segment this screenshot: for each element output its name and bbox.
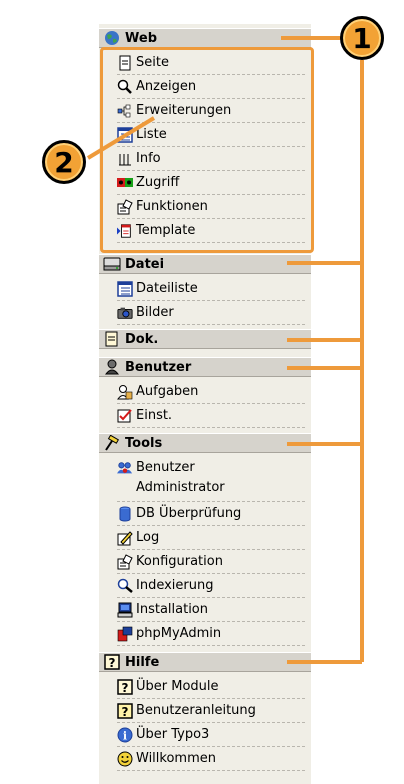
computer-icon xyxy=(117,602,133,618)
callout-badge-1: 1 xyxy=(340,16,384,60)
phpmyadmin-icon xyxy=(117,626,133,642)
menu-item-label: Dateiliste xyxy=(136,281,198,296)
menu-item-label: Bilder xyxy=(136,305,174,320)
section-label: Dok. xyxy=(125,331,159,347)
menu-item-phpmyadmin[interactable]: phpMyAdmin xyxy=(117,622,305,646)
help-icon: ? xyxy=(103,654,121,670)
menu-item-label: Installation xyxy=(136,602,209,617)
svg-text:?: ? xyxy=(109,656,116,670)
menu-item-dateiliste[interactable]: Dateiliste xyxy=(117,277,305,301)
menu-item-label: DB Überprüfung xyxy=(136,506,242,521)
menu-item-indexierung[interactable]: Indexierung xyxy=(117,574,305,598)
menu-item-label: Aufgaben xyxy=(136,384,199,399)
menu-item-label: Konfiguration xyxy=(136,554,223,569)
callout-badge-2: 2 xyxy=(42,140,86,184)
section-tools[interactable]: Tools xyxy=(99,433,311,453)
menu-item-db-ueberpruefung[interactable]: DB Überprüfung xyxy=(117,502,305,526)
callout-number: 2 xyxy=(54,145,74,179)
magnifier-icon xyxy=(117,578,133,594)
list-icon xyxy=(117,280,133,297)
menu-item-label: Einst. xyxy=(136,408,173,423)
section-web[interactable]: Web xyxy=(99,28,311,48)
menu-item-label: Willkommen xyxy=(136,751,216,766)
menu-item-label: Log xyxy=(136,530,160,545)
info-icon: i xyxy=(117,727,133,743)
callout-1-connector xyxy=(281,36,341,40)
section-label: Benutzer xyxy=(125,359,192,375)
callout-1-arm-hilfe xyxy=(287,660,362,664)
section-benutzer[interactable]: Benutzer xyxy=(99,357,311,377)
callout-1-arm-datei xyxy=(287,261,362,265)
tasks-icon xyxy=(117,384,133,400)
smiley-icon xyxy=(117,751,133,767)
menu-item-label: Indexierung xyxy=(136,578,214,593)
menu-item-label: Über Module xyxy=(136,679,219,694)
callout-1-arm-tools xyxy=(287,442,362,446)
section-label: Datei xyxy=(125,256,165,272)
drive-icon xyxy=(103,256,121,272)
menu-item-label: phpMyAdmin xyxy=(136,626,222,641)
menu-item-benutzer-administrator[interactable]: Benutzer Administrator xyxy=(117,456,305,502)
menu-item-willkommen[interactable]: Willkommen xyxy=(117,747,305,771)
help-icon: ? xyxy=(117,678,133,695)
menu-item-label: Benutzeranleitung xyxy=(136,703,256,718)
section-datei[interactable]: Datei xyxy=(99,254,311,274)
functions-icon xyxy=(117,553,133,570)
section-label: Hilfe xyxy=(125,654,160,670)
pencil-icon xyxy=(117,530,133,546)
menu-item-bilder[interactable]: Bilder xyxy=(117,301,305,325)
svg-text:?: ? xyxy=(122,681,129,695)
svg-text:?: ? xyxy=(122,705,129,719)
callout-1-arm-benutzer xyxy=(287,366,362,370)
menu-item-label: Über Typo3 xyxy=(136,727,210,742)
callout-number: 1 xyxy=(352,21,372,55)
section-hilfe[interactable]: ? Hilfe xyxy=(99,652,311,672)
menu-item-aufgaben[interactable]: Aufgaben xyxy=(117,380,305,404)
section-label: Tools xyxy=(125,435,163,451)
menu-item-ueber-typo3[interactable]: i Über Typo3 xyxy=(117,723,305,747)
svg-text:i: i xyxy=(123,729,127,742)
section-dok[interactable]: Dok. xyxy=(99,329,311,349)
callout-2-connector xyxy=(86,116,156,160)
section-label: Web xyxy=(125,30,157,46)
callout-1-spine xyxy=(360,60,364,662)
checkbox-icon xyxy=(117,408,133,424)
callout-1-arm-dok xyxy=(287,338,362,342)
help-icon: ? xyxy=(117,702,133,719)
menu-item-benutzeranleitung[interactable]: ? Benutzeranleitung xyxy=(117,699,305,723)
menu-item-einst[interactable]: Einst. xyxy=(117,404,305,428)
database-icon xyxy=(117,506,133,522)
users-icon xyxy=(117,460,133,476)
menu-item-installation[interactable]: Installation xyxy=(117,598,305,622)
menu-item-konfiguration[interactable]: Konfiguration xyxy=(117,550,305,574)
menu-item-ueber-module[interactable]: ? Über Module xyxy=(117,675,305,699)
menu-item-log[interactable]: Log xyxy=(117,526,305,550)
menu-item-label: Benutzer Administrator xyxy=(136,460,225,495)
document-icon xyxy=(103,331,121,347)
hammer-icon xyxy=(103,435,121,451)
user-icon xyxy=(103,359,121,375)
camera-icon xyxy=(117,305,133,321)
globe-icon xyxy=(103,30,121,46)
